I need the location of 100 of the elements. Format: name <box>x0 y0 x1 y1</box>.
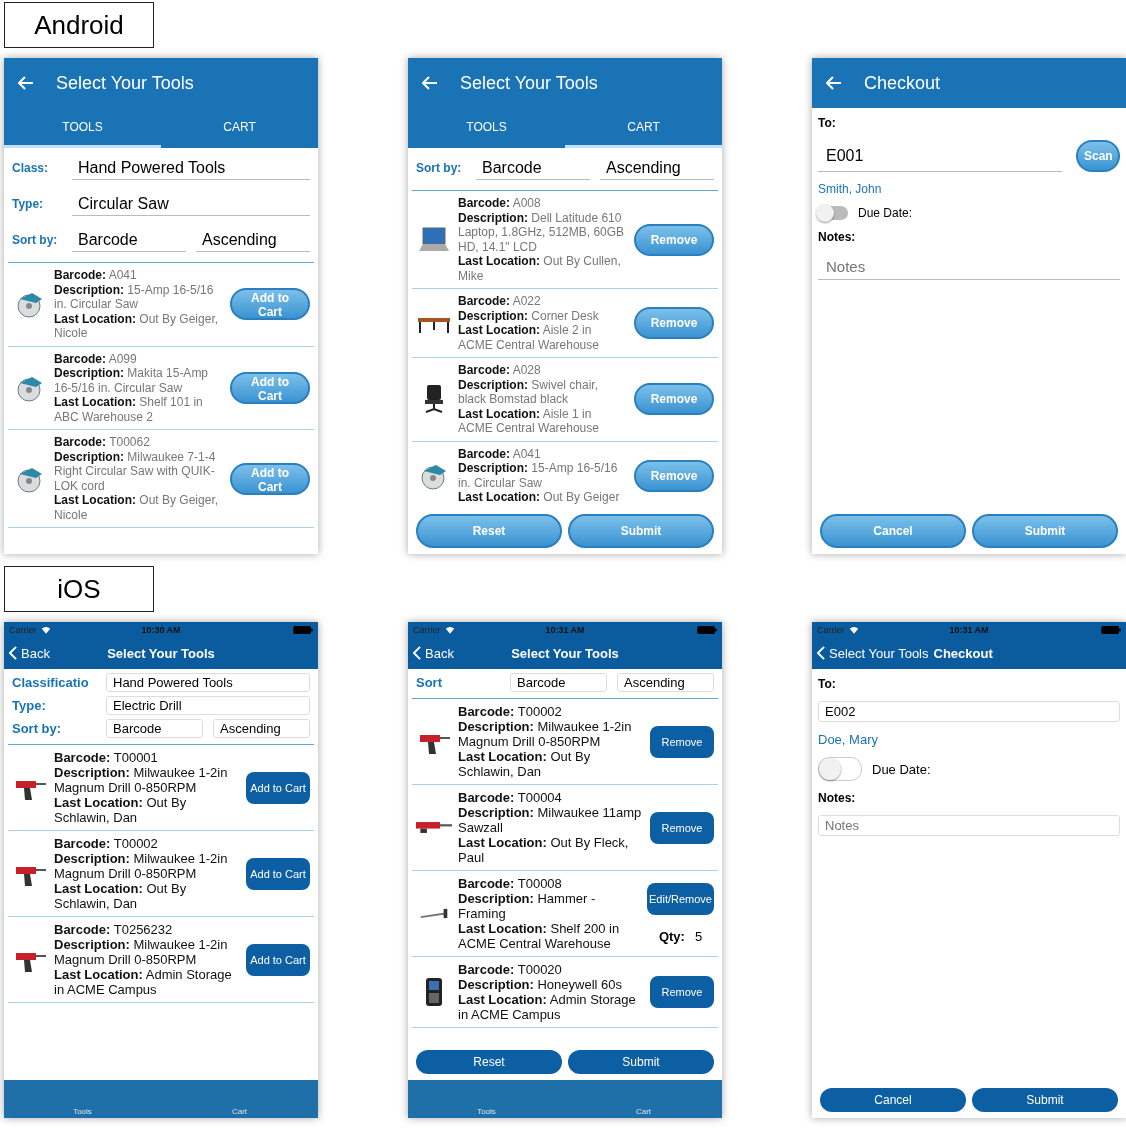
chevron-left-icon <box>9 646 17 660</box>
tool-detail-text: Description: Milwaukee 1-2in Magnum Drill 0-850RPM <box>458 719 633 749</box>
bottom-tab[interactable]: Tools <box>4 1107 161 1116</box>
dropdown-field[interactable]: Barcode <box>72 228 186 252</box>
battery-icon <box>293 625 313 634</box>
recipient-name-link[interactable]: Smith, John <box>818 182 1120 196</box>
screen-title: Select Your Tools <box>460 72 598 94</box>
dropdown-field[interactable]: Ascending <box>196 228 310 252</box>
tool-detail-text: Last Location: Out By Schlawin, Dan <box>458 749 592 779</box>
tool-detail-text: Last Location: Admin Storage in ACME Campus <box>54 967 233 997</box>
to-label: To: <box>818 116 837 130</box>
due-date-toggle[interactable] <box>818 206 848 220</box>
back-arrow-icon[interactable] <box>422 76 438 90</box>
quantity-value: 5 <box>694 929 703 944</box>
footer-button[interactable]: Cancel <box>820 1088 966 1112</box>
tool-detail-text: Barcode: T0256232 <box>54 922 174 937</box>
bottom-tab[interactable]: Tools <box>408 1107 565 1116</box>
tab[interactable]: CART <box>161 108 318 148</box>
tool-detail-text: Last Location: Aisle 1 in ACME Central Warehouse <box>458 406 600 436</box>
item-action-button[interactable]: Add to Cart <box>246 943 310 976</box>
back-link[interactable]: Back <box>9 645 50 661</box>
wifi-icon <box>444 625 455 634</box>
tool-detail-text: Barcode: T00001 <box>54 750 159 765</box>
tool-detail-text: Last Location: Shelf 200 in ACME Central Warehouse <box>458 921 621 951</box>
tool-detail-text: Barcode: T00002 <box>458 704 563 719</box>
tool-detail-text: Barcode: A008 <box>458 196 542 211</box>
item-action-button[interactable]: Remove <box>650 976 714 1008</box>
screen-title: Select Your Tools <box>511 645 619 661</box>
tab[interactable]: TOOLS <box>4 108 161 148</box>
dropdown-field[interactable]: Electric Drill <box>106 696 310 715</box>
tool-detail-text: Last Location: Admin Storage in ACME Campus <box>458 992 637 1022</box>
carrier-text: Carrier <box>9 624 37 635</box>
chevron-left-icon <box>413 646 421 660</box>
battery-icon <box>1101 625 1121 634</box>
screen-title: Checkout <box>933 645 993 661</box>
reciprocating-saw-drawing <box>416 822 452 833</box>
dropdown-field[interactable]: Ascending <box>213 719 310 738</box>
tool-detail-text: Last Location: Out By Fleck, Paul <box>458 835 630 865</box>
filter-label: Sort by: <box>12 721 63 736</box>
tool-detail-text: Description: Swivel chair, black Bomstad black <box>458 377 600 407</box>
dropdown-field[interactable]: Ascending <box>617 673 714 692</box>
tool-detail-text: Description: Milwaukee 1-2in Magnum Drill 0-850RPM <box>54 851 229 881</box>
bottom-tab[interactable]: Cart <box>161 1107 318 1116</box>
tool-detail-text: Description: Corner Desk <box>458 308 600 323</box>
notes-label: Notes: <box>818 230 857 244</box>
dropdown-field[interactable]: Hand Powered Tools <box>106 673 310 692</box>
item-action-button[interactable]: Add to Cart <box>246 857 310 890</box>
clock-text: 10:31 AM <box>545 624 585 635</box>
filter-label: Type: <box>12 698 47 713</box>
footer-button[interactable]: Submit <box>972 1088 1118 1112</box>
filter-label: Type: <box>12 197 45 211</box>
tool-detail-text: Barcode: A028 <box>458 363 542 378</box>
back-link[interactable]: Back <box>413 645 454 661</box>
tool-detail-text: Description: Milwaukee 7-1-4 Right Circular Saw with QUIK-LOK cord <box>54 449 217 493</box>
dropdown-field[interactable]: Ascending <box>600 156 714 180</box>
dropdown-field[interactable]: Barcode <box>510 673 607 692</box>
dropdown-field[interactable]: Circular Saw <box>72 192 310 216</box>
tab[interactable]: TOOLS <box>408 108 565 148</box>
due-date-label: Due Date: <box>872 761 931 777</box>
tool-detail-text: Description: 15-Amp 16-5/16 in. Circular Saw <box>458 461 619 490</box>
dropdown-field[interactable]: Barcode <box>476 156 590 180</box>
item-action-button[interactable]: Add to Cart <box>246 771 310 804</box>
due-date-label: Due Date: <box>858 206 913 220</box>
tool-detail-text: Barcode: A099 <box>54 351 138 366</box>
clock-text: 10:31 AM <box>949 624 989 635</box>
to-label: To: <box>818 677 837 691</box>
back-link[interactable]: Select Your Tools <box>817 645 929 661</box>
item-action-button[interactable]: Remove <box>650 725 714 758</box>
dropdown-field[interactable]: Hand Powered Tools <box>72 156 310 180</box>
due-date-toggle[interactable] <box>818 757 862 781</box>
screen-title: Select Your Tools <box>56 72 194 94</box>
tool-detail-text: Barcode: T00020 <box>458 962 563 977</box>
tool-detail-text: Last Location: Out By Cullen, Mike <box>458 254 622 283</box>
item-action-button[interactable]: Edit/Remove <box>647 883 714 915</box>
wifi-icon <box>848 625 859 634</box>
footer-button[interactable]: Reset <box>416 1050 562 1074</box>
tool-detail-text: Description: Honeywell 60s <box>458 977 623 992</box>
screen-title: Checkout <box>864 72 941 94</box>
recipient-field[interactable]: E002 <box>818 701 1120 722</box>
filter-label: Sort by: <box>12 233 59 247</box>
tool-detail-text: Description: Milwaukee 11amp Sawzall <box>458 805 643 835</box>
back-arrow-icon[interactable] <box>18 76 34 90</box>
footer-button[interactable]: Submit <box>568 1050 714 1074</box>
recipient-field[interactable]: E001 <box>818 140 1062 172</box>
tool-detail-text: Last Location: Aisle 2 in ACME Central Warehouse <box>458 323 600 352</box>
tool-detail-text: Description: Milwaukee 1-2in Magnum Drill 0-850RPM <box>54 765 229 795</box>
item-action-button[interactable]: Remove <box>650 811 714 844</box>
dropdown-field[interactable]: Barcode <box>106 719 203 738</box>
notes-field[interactable]: Notes <box>818 815 1120 836</box>
platform-label: iOS <box>4 566 154 612</box>
bottom-tab[interactable]: Cart <box>565 1107 722 1116</box>
tool-detail-text: Last Location: Out By Geiger, Nicole <box>54 311 220 341</box>
filter-label: Class: <box>12 161 50 175</box>
recipient-name-link[interactable]: Doe, Mary <box>818 732 1120 747</box>
tool-detail-text: Barcode: A041 <box>54 268 138 283</box>
carrier-text: Carrier <box>413 624 441 635</box>
back-arrow-icon[interactable] <box>826 76 842 90</box>
tool-detail-text: Last Location: Shelf 101 in ABC Warehouse 2 <box>54 395 204 424</box>
tool-detail-text: Barcode: A041 <box>458 446 542 461</box>
tab[interactable]: CART <box>565 108 722 148</box>
